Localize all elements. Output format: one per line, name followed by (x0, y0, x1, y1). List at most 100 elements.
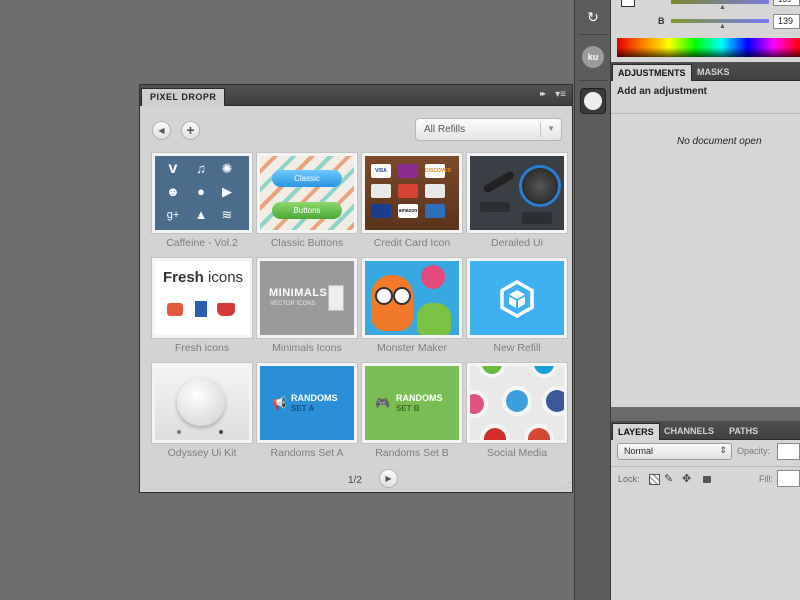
refill-card-odyssey-ui-kit[interactable]: Odyssey Ui Kit (152, 363, 252, 459)
pagination: 1/2 ▶ (140, 469, 572, 494)
wifi-icon: ≋ (221, 207, 233, 222)
resize-grip-icon[interactable]: ⋰ (562, 481, 570, 490)
refill-card-fresh-icons[interactable]: Fresh icons Fresh icons (152, 258, 252, 354)
lock-transparent-icon[interactable] (649, 474, 660, 485)
collapse-icon[interactable]: ▸▸ (540, 89, 546, 98)
document-icon (328, 285, 344, 311)
fresh-title-bold: Fresh (163, 269, 204, 286)
divider (611, 113, 800, 114)
slider-thumb-icon[interactable]: ▲ (719, 4, 726, 11)
kuler-label: ku (587, 52, 599, 62)
card-amex (371, 184, 391, 198)
back-arrow-icon: ◀ (158, 126, 165, 135)
fill-label: Fill: (759, 474, 773, 484)
g-value-field[interactable]: 139 (773, 0, 800, 6)
refill-card-credit-card-icon[interactable]: VISA DISCOVER amazon Credit Card Icon (362, 153, 462, 249)
refill-filter-select[interactable]: All Refills ▼ (415, 118, 562, 141)
tab-channels[interactable]: CHANNELS (659, 423, 719, 439)
refill-card-derailed-ui[interactable]: Derailed Ui (467, 153, 567, 249)
refill-card-caffeine[interactable]: v ♫ ✺ ☻ ● ▶ g+ ▲ ≋ Caffeine - Vol.2 (152, 153, 252, 249)
fill-field[interactable] (777, 470, 800, 487)
tab-masks[interactable]: MASKS (692, 64, 735, 80)
green-social-icon (482, 366, 502, 374)
switch-shape (480, 202, 510, 212)
cube-icon (500, 279, 534, 319)
card-label: Social Media (486, 447, 548, 459)
tab-paths[interactable]: PATHS (724, 423, 763, 439)
tab-pixel-dropr[interactable]: PIXEL DROPR (141, 88, 226, 106)
book-icon (195, 301, 207, 317)
google-plus-icon: g+ (166, 209, 180, 221)
thumbnail-caffeine: v ♫ ✺ ☻ ● ▶ g+ ▲ ≋ (152, 153, 252, 233)
card-label: Minimals Icons (272, 342, 342, 354)
card-purple (398, 164, 418, 178)
github-icon: ☻ (166, 184, 180, 199)
fresh-icons-title: Fresh icons (163, 269, 243, 286)
classic-pill: Classic (272, 170, 342, 187)
button-shape (522, 212, 552, 224)
thumbnail-monster-maker (362, 258, 462, 338)
facebook-icon (546, 390, 564, 412)
adjustments-panel: ADJUSTMENTS MASKS Add an adjustment No d… (611, 62, 800, 407)
blend-mode-value: Normal (624, 446, 654, 456)
refill-card-monster-maker[interactable]: Monster Maker (362, 258, 462, 354)
card-label: Credit Card Icon (373, 237, 451, 249)
card-label: Randoms Set A (270, 447, 344, 459)
opacity-field[interactable] (777, 443, 800, 460)
filter-selected-value: All Refills (424, 124, 466, 135)
megaphone-icon: 📢 (272, 396, 287, 410)
card-label: Odyssey Ui Kit (167, 447, 237, 459)
layers-tabbar: LAYERS CHANNELS PATHS (611, 421, 800, 440)
slider-thumb-icon[interactable]: ▲ (719, 23, 726, 30)
back-button[interactable]: ◀ (152, 121, 171, 140)
card-label: New Refill (493, 342, 541, 354)
refill-card-new-refill[interactable]: New Refill (467, 258, 567, 354)
refill-card-classic-buttons[interactable]: Classic Buttons Classic Buttons (257, 153, 357, 249)
b-value-field[interactable]: 139 (773, 14, 800, 29)
color-ramp[interactable] (617, 38, 800, 57)
refill-card-randoms-set-b[interactable]: 🎮 RANDOMS SET B Randoms Set B (362, 363, 462, 459)
color-ramp-shade (617, 38, 800, 57)
tab-adjustments[interactable]: ADJUSTMENTS (612, 64, 692, 81)
move-icon[interactable]: ✥ (682, 472, 691, 485)
minimals-subtitle: VECTOR ICONS (270, 301, 316, 307)
youtube-icon: ▶ (222, 184, 232, 199)
pixel-dropr-dock-button[interactable] (580, 88, 606, 114)
randoms-b-subtitle: SET B (396, 404, 420, 413)
dock-divider (578, 80, 608, 81)
camera-icon (167, 303, 183, 316)
music-icon: ♫ (196, 161, 206, 176)
blue-social-icon (534, 366, 554, 374)
select-divider (540, 123, 541, 137)
chevron-down-icon: ▼ (547, 124, 555, 133)
vimeo-icon: v (168, 160, 178, 177)
history-icon[interactable]: ↻ (580, 4, 606, 30)
card-other (425, 204, 445, 218)
refill-card-social-media[interactable]: Social Media (467, 363, 567, 459)
thumbnail-randoms-b: 🎮 RANDOMS SET B (362, 363, 462, 443)
google-plus-social-icon (528, 428, 550, 440)
card-amazon: amazon (398, 204, 418, 218)
randoms-b-title: RANDOMS (396, 393, 443, 403)
refill-card-minimals-icons[interactable]: MINIMALS VECTOR ICONS Minimals Icons (257, 258, 357, 354)
add-button[interactable]: + (181, 121, 200, 140)
dropr-drop-icon (584, 92, 602, 110)
kuler-icon[interactable]: ku (582, 46, 604, 68)
b-channel-label: B (658, 16, 665, 26)
lock-all-icon[interactable] (703, 476, 711, 483)
refill-card-randoms-set-a[interactable]: 📢 RANDOMS SET A Randoms Set A (257, 363, 357, 459)
lock-label: Lock: (618, 474, 640, 484)
dribbble-icon (470, 394, 484, 414)
brush-icon[interactable]: ✎ (664, 472, 673, 485)
color-swatch[interactable] (621, 0, 635, 7)
next-page-button[interactable]: ▶ (379, 469, 398, 488)
panel-menu-icon[interactable]: ▾≡ (555, 89, 566, 100)
yelp-icon: ✺ (221, 161, 233, 176)
appstore-icon: ▲ (194, 207, 208, 222)
blend-mode-select[interactable]: Normal ⇕ (617, 443, 732, 460)
panel-dock: ↻ ku (574, 0, 611, 600)
tab-layers[interactable]: LAYERS (612, 423, 660, 440)
thumbnail-social-media (467, 363, 567, 443)
card-visa: VISA (371, 164, 391, 178)
pink-monster (421, 265, 445, 289)
